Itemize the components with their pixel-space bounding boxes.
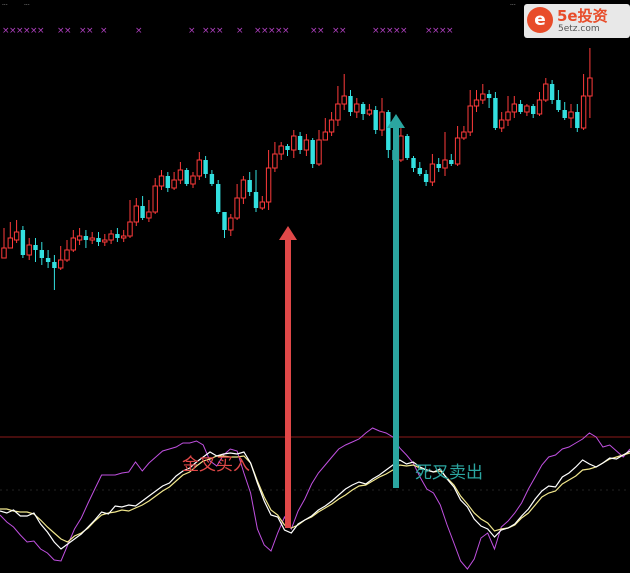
watermark-logo: e 5e投资 5etz.com (524, 4, 630, 38)
brand-name: 5e投资 (557, 7, 608, 25)
signal-arrows (279, 114, 405, 528)
sell-arrow-head (387, 114, 405, 128)
sell-arrow-shaft (393, 126, 399, 488)
chart-window: ... ... ... ... ××××××××××××××××××××××××… (0, 0, 630, 573)
death-cross-sell-label: 死叉卖出 (415, 463, 483, 483)
coin-logo-icon: e (527, 7, 553, 33)
buy-arrow-shaft (285, 238, 291, 528)
golden-cross-buy-label: 金叉买入 (182, 455, 250, 475)
buy-arrow-head (279, 226, 297, 240)
brand-url: 5etz.com (558, 24, 600, 34)
